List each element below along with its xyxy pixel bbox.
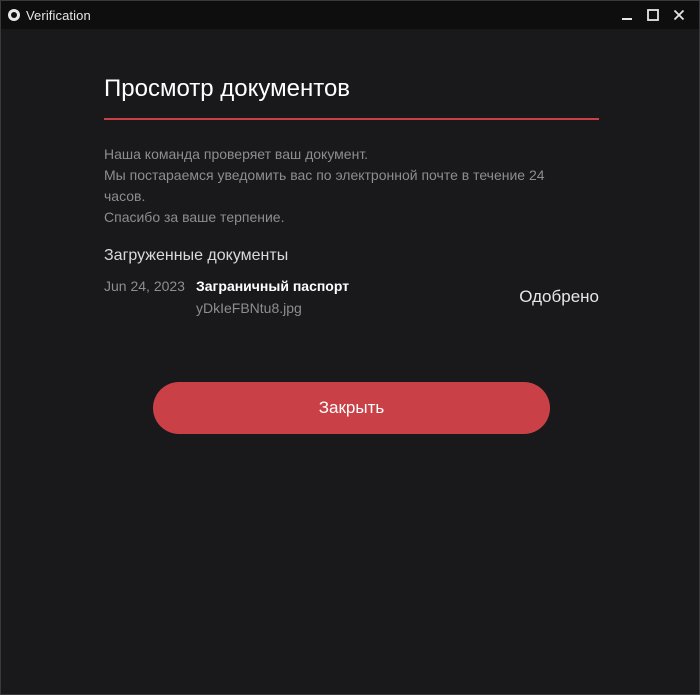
document-file-name: yDkIeFBNtu8.jpg xyxy=(196,300,302,316)
message-line: часов. xyxy=(104,188,146,204)
close-icon xyxy=(673,9,685,21)
title-bar: Verification xyxy=(1,1,699,29)
uploaded-documents-heading: Загруженные документы xyxy=(104,247,289,264)
minimize-icon xyxy=(622,18,632,20)
maximize-button[interactable] xyxy=(641,3,665,27)
document-review-panel: Просмотр документов Наша команда проверя… xyxy=(104,29,599,321)
page-title: Просмотр документов xyxy=(104,75,351,102)
close-button[interactable]: Закрыть xyxy=(153,382,550,434)
message-line: Мы постараемся уведомить вас по электрон… xyxy=(104,167,545,183)
document-status: Одобрено xyxy=(519,287,599,306)
document-date: Jun 24, 2023 xyxy=(104,278,185,294)
document-row: Jun 24, 2023 Заграничный паспорт yDkIeFB… xyxy=(104,277,599,321)
message-line: Спасибо за ваше терпение. xyxy=(104,209,285,225)
maximize-icon xyxy=(647,9,659,21)
message-line: Наша команда проверяет ваш документ. xyxy=(104,146,369,162)
app-icon xyxy=(8,9,20,21)
window-controls xyxy=(615,1,691,29)
document-name: Заграничный паспорт xyxy=(196,278,350,294)
verification-window: Verification Просмотр документов Наша ко… xyxy=(0,0,700,695)
window-title: Verification xyxy=(26,7,91,23)
review-message: Наша команда проверяет ваш документ. Мы … xyxy=(104,144,599,228)
close-window-button[interactable] xyxy=(667,3,691,27)
minimize-button[interactable] xyxy=(615,3,639,27)
title-divider xyxy=(104,118,599,120)
